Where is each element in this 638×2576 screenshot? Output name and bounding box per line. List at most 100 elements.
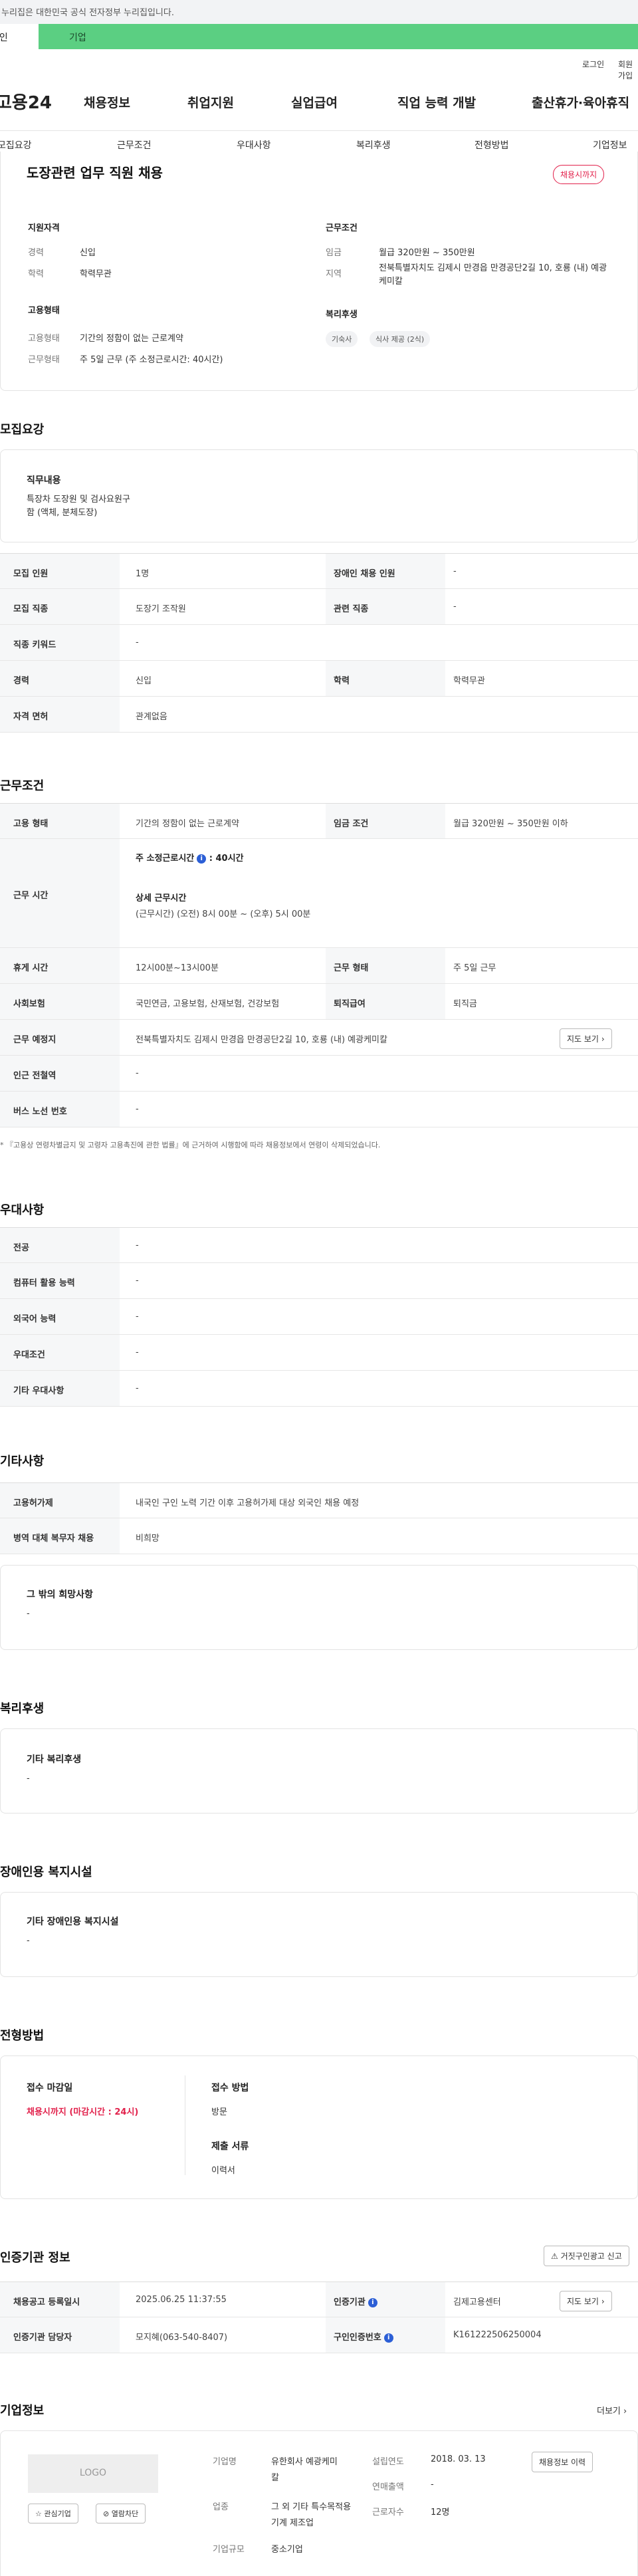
tab-work-conditions[interactable]: 근무조건 [117,138,152,152]
block-company-button[interactable]: ⊘ 열람차단 [96,2504,146,2523]
staff-label: 근로자수 [372,2508,404,2517]
region-label: 지역 [326,269,342,279]
duty-heading: 직무내용 [27,475,61,486]
gnb-item-unemployment-benefit[interactable]: 실업급여 [291,93,338,111]
table-row: 직종 키워드 - [0,625,638,661]
tab-personal[interactable]: 개인 [0,24,39,49]
edu-label: 학력 [28,269,44,279]
section-heading-recruit: 모집요강 [0,423,45,437]
table-row: 전공 - [0,1227,638,1263]
welfare-heading: 복리후생 [326,310,358,320]
region-value: 전북특별자치도 김제시 만경읍 만경공단2길 10, 호룡 (내) 예광케미칼 [379,263,607,287]
user-type-tabs: 개인 기업 [0,24,638,49]
table-row: 모집 직종 도장기 조작원 관련 직종 - [0,589,638,625]
emptype-value: 기간의 정함이 없는 근로계약 [80,334,183,344]
gnb-item-vocational-training[interactable]: 직업 능력 개발 [397,93,476,111]
block-icon: ⊘ [103,2510,110,2518]
welfare-card [0,1728,638,1814]
table-row: 인증기관 담당자 모지혜(063-540-8407) 구인인증번호 i K1612… [0,2317,638,2353]
table-row: 근무 시간 주 소정근로시간 i : 40시간 상세 근무시간 (근무시간) (오… [0,839,638,948]
staff-value: 12명 [431,2508,450,2517]
section-heading-welfare: 복리후생 [0,1702,45,1716]
company-name-value: 유한회사 예광케미칼 [271,2457,338,2483]
status-badge: 채용시까지 [553,165,605,184]
emp-heading: 고용형태 [28,306,60,316]
section-heading-company: 기업정보 [0,2404,45,2418]
disability-card [0,1892,638,1977]
company-logo: LOGO [28,2454,158,2493]
qual-heading: 지원자격 [28,223,60,233]
method-value: 방문 [211,2107,227,2117]
table-row: 경력 신입 학력 학력무관 [0,661,638,697]
welfare-title: 기타 복리후생 [27,1754,82,1765]
cert-map-button[interactable]: 지도 보기 › [560,2291,612,2311]
process-card [0,2055,638,2199]
deadline-value: 채용시까지 (마감시간 : 24시) [27,2107,139,2117]
section-heading-cert: 인증기관 정보 [0,2251,70,2265]
chevron-right-icon: › [601,1034,605,1044]
job-title: 도장관련 업무 직원 채용 [27,165,163,181]
section-heading-etc: 기타사항 [0,1455,45,1468]
welfare-chip: 식사 제공 (2식) [370,331,431,347]
founded-label: 설립연도 [372,2457,404,2467]
chevron-right-icon: › [601,2297,605,2306]
size-label: 기업규모 [213,2545,245,2555]
info-icon[interactable]: i [197,854,207,864]
table-row: 근무 예정지 전북특별자치도 김제시 만경읍 만경공단2길 10, 호룡 (내)… [0,1020,638,1056]
gov-banner-text: 이 누리집은 대한민국 공식 전자정부 누리집입니다. [0,8,174,18]
welfare-value: - [27,1774,30,1784]
gnb-item-jobs[interactable]: 채용정보 [84,93,130,111]
industry-label: 업종 [213,2502,229,2512]
size-value: 중소기업 [271,2545,303,2555]
duty-text: 특장차 도장원 및 검사요원구함 (액체, 분체도장) [27,495,130,518]
job-history-button[interactable]: 채용정보 이력 [532,2452,593,2472]
table-row: 휴게 시간 12시00분~13시00분 근무 형태 주 5일 근무 [0,948,638,984]
gnb-item-employment-support[interactable]: 취업지원 [187,93,234,111]
table-row: 채용공고 등록일시 2025.06.25 11:37:55 인증기관 i 김제고용… [0,2282,638,2317]
tab-company[interactable]: 기업 [69,31,86,44]
founded-value: 2018. 03. 13 [431,2454,486,2464]
tab-process[interactable]: 전형방법 [475,138,509,152]
career-label: 경력 [28,248,44,258]
emptype-label: 고용형태 [28,334,60,344]
table-row: 기타 우대사항 - [0,1371,638,1407]
favorite-company-button[interactable]: ☆ 관심기업 [28,2504,78,2523]
map-button[interactable]: 지도 보기 › [560,1028,612,1049]
other-wishes-title: 그 밖의 희망사항 [27,1589,93,1600]
age-note: * 『고용상 연령차별금지 및 고령자 고용촉진에 관한 법률』에 근거하여 시… [0,1141,381,1149]
tab-company-info[interactable]: 기업정보 [593,138,627,152]
gnb-item-parental-leave[interactable]: 출산휴가·육아휴직 [532,93,629,111]
signup-link[interactable]: 회원가입 [618,59,638,81]
other-wishes-value: - [27,1609,30,1619]
wage-label: 임금 [326,248,342,258]
docs-title: 제출 서류 [211,2141,249,2152]
table-row: 병역 대체 복무자 채용 비희망 [0,1518,638,1554]
tab-recruit[interactable]: 모집요강 [0,138,32,152]
section-heading-work: 근무조건 [0,779,45,793]
info-icon[interactable]: i [383,2333,393,2343]
gov-banner: 이 누리집은 대한민국 공식 전자정부 누리집입니다. [0,0,638,24]
wage-value: 월급 320만원 ~ 350만원 [379,248,475,258]
tab-preferences[interactable]: 우대사항 [237,138,271,152]
info-icon[interactable]: i [368,2297,377,2307]
industry-value: 그 외 기타 특수목적용 기계 제조업 [271,2502,352,2528]
site-logo[interactable]: 고용24 [0,89,52,114]
report-false-ad-button[interactable]: ⚠ 거짓구인광고 신고 [544,2246,629,2266]
weekly-hours-title: 주 소정근로시간 i : 40시간 [136,854,244,864]
sales-value: - [431,2480,434,2490]
table-row: 고용 형태 기간의 정함이 없는 근로계약 임금 조건 월급 320만원 ~ 3… [0,803,638,839]
tab-welfare[interactable]: 복리후생 [356,138,391,152]
section-heading-process: 전형방법 [0,2029,45,2043]
section-heading-disability: 장애인용 복지시설 [0,1865,92,1879]
company-more-link[interactable]: 더보기 › [597,2404,627,2416]
table-row: 고용허가제 내국인 구인 노력 기간 이후 고용허가제 대상 외국인 채용 예정 [0,1482,638,1518]
cond-heading: 근무조건 [326,223,358,233]
sales-label: 연매출액 [372,2482,404,2492]
docs-value: 이력서 [211,2166,235,2176]
login-link[interactable]: 로그인 [582,59,604,70]
disability-value: - [27,1936,30,1946]
table-row: 컴퓨터 활용 능력 - [0,1263,638,1299]
welfare-chip: 기숙사 [326,331,358,347]
other-wishes-card [0,1565,638,1650]
deadline-title: 접수 마감일 [27,2083,73,2093]
